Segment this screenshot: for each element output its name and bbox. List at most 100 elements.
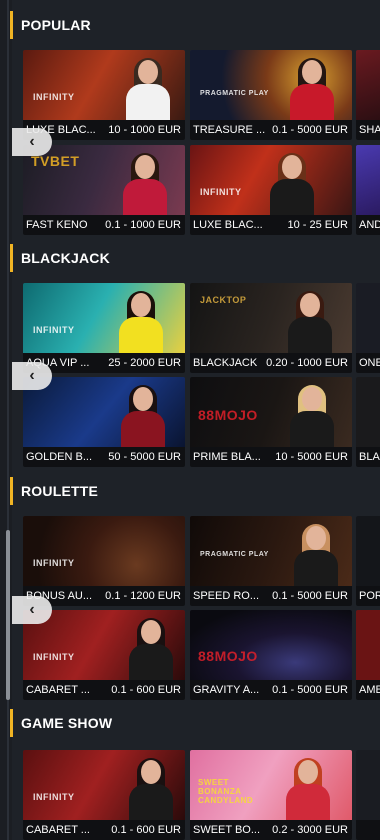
section-header-popular: POPULAR <box>10 10 91 40</box>
bet-limit: 10 - 25 EUR <box>287 219 348 231</box>
tile-caption <box>356 820 380 840</box>
bet-limit: 0.2 - 3000 EUR <box>272 824 348 836</box>
game-name: LUXE BLAC... <box>193 219 263 231</box>
game-name: SPEED RO... <box>193 590 260 602</box>
tile-caption: PRIME BLA... 10 - 5000 EUR <box>190 447 352 467</box>
provider-logo: JACKTOP <box>200 295 247 305</box>
dealer-image <box>113 385 173 451</box>
provider-logo: INFINITY <box>200 187 242 197</box>
game-tile[interactable]: INFINITY CABARET ... 0.1 - 600 EUR <box>23 610 185 700</box>
game-tile[interactable]: INFINITY AQUA VIP ... 25 - 2000 EUR <box>23 283 185 373</box>
dealer-image <box>282 58 342 124</box>
game-tile[interactable]: INFINITY LUXE BLAC... 10 - 25 EUR <box>190 145 352 235</box>
game-name: BLACKJACK <box>193 357 258 369</box>
tile-artwork <box>356 377 380 447</box>
tile-artwork <box>356 50 380 120</box>
tile-artwork: 88MOJO <box>190 377 352 451</box>
section-title: POPULAR <box>21 17 91 33</box>
game-name: GRAVITY A... <box>193 684 260 696</box>
game-tile[interactable]: TVBET FAST KENO 0.1 - 1000 EUR <box>23 145 185 235</box>
game-tile[interactable]: AME <box>356 610 380 700</box>
tile-caption: LUXE BLAC... 10 - 25 EUR <box>190 215 352 235</box>
tile-caption: ONE <box>356 353 380 373</box>
tile-artwork: SWEET BONANZA CANDYLAND <box>190 750 352 824</box>
provider-logo: INFINITY <box>33 792 75 802</box>
provider-logo: SWEET BONANZA CANDYLAND <box>198 778 254 805</box>
game-tile[interactable]: 88MOJO PRIME BLA... 10 - 5000 EUR <box>190 377 352 467</box>
provider-logo: INFINITY <box>33 652 75 662</box>
game-name: SWEET BO... <box>193 824 261 836</box>
game-tile[interactable]: INFINITY LUXE BLAC... 10 - 1000 EUR <box>23 50 185 140</box>
tile-artwork: INFINITY <box>23 50 185 124</box>
tile-artwork: INFINITY <box>190 145 352 219</box>
section-header-blackjack: BLACKJACK <box>10 243 110 273</box>
accent-bar <box>10 11 13 39</box>
game-tile[interactable]: INFINITY BONUS AU... 0.1 - 1200 EUR <box>23 516 185 606</box>
game-name: TREASURE ... <box>193 124 266 136</box>
game-tile[interactable] <box>356 750 380 840</box>
chevron-left-icon: ‹ <box>29 133 35 150</box>
chevron-left-icon: ‹ <box>29 601 35 618</box>
game-tile[interactable]: PRAGMATIC PLAY TREASURE ... 0.1 - 5000 E… <box>190 50 352 140</box>
dealer-image <box>278 758 338 824</box>
provider-logo: INFINITY <box>33 92 75 102</box>
section-title: GAME SHOW <box>21 715 113 731</box>
game-tile[interactable]: SWEET BONANZA CANDYLAND SWEET BO... 0.2 … <box>190 750 352 840</box>
accent-bar <box>10 477 13 505</box>
tile-artwork: INFINITY <box>23 516 185 586</box>
tile-caption: AND <box>356 215 380 235</box>
game-tile[interactable]: SHA <box>356 50 380 140</box>
tile-caption: FAST KENO 0.1 - 1000 EUR <box>23 215 185 235</box>
game-tile[interactable]: AND <box>356 145 380 235</box>
game-name: FAST KENO <box>26 219 88 231</box>
game-name: ONE <box>359 357 380 369</box>
section-header-roulette: ROULETTE <box>10 476 98 506</box>
bet-limit: 0.1 - 5000 EUR <box>272 590 348 602</box>
tile-artwork <box>23 377 185 451</box>
bet-limit: 0.1 - 5000 EUR <box>272 124 348 136</box>
dealer-image <box>286 524 346 590</box>
carousel-prev-button[interactable]: ‹ <box>12 128 52 156</box>
tile-caption: BLACKJACK 0.20 - 1000 EUR <box>190 353 352 373</box>
game-tile[interactable]: INFINITY CABARET ... 0.1 - 600 EUR <box>23 750 185 840</box>
game-tile[interactable]: 88MOJO GRAVITY A... 0.1 - 5000 EUR <box>190 610 352 700</box>
game-name: CABARET ... <box>26 684 90 696</box>
tile-artwork: PRAGMATIC PLAY <box>190 516 352 590</box>
tile-caption: AME <box>356 680 380 700</box>
provider-logo: PRAGMATIC PLAY <box>200 90 269 97</box>
tile-artwork: INFINITY <box>23 283 185 357</box>
dealer-image <box>282 385 342 451</box>
bet-limit: 10 - 5000 EUR <box>275 451 348 463</box>
tile-artwork <box>356 610 380 680</box>
scrollbar-track <box>7 0 9 840</box>
bet-limit: 0.1 - 1200 EUR <box>105 590 181 602</box>
tile-caption: CABARET ... 0.1 - 600 EUR <box>23 820 185 840</box>
dealer-image <box>115 153 175 219</box>
game-tile[interactable]: ONE <box>356 283 380 373</box>
provider-logo: INFINITY <box>33 558 75 568</box>
scrollbar-thumb[interactable] <box>6 530 10 700</box>
tile-caption: SPEED RO... 0.1 - 5000 EUR <box>190 586 352 606</box>
tile-caption: GOLDEN B... 50 - 5000 EUR <box>23 447 185 467</box>
game-tile[interactable]: POR <box>356 516 380 606</box>
game-name: CABARET ... <box>26 824 90 836</box>
tile-artwork: JACKTOP <box>190 283 352 357</box>
chevron-left-icon: ‹ <box>29 367 35 384</box>
game-name: AND <box>359 219 380 231</box>
bet-limit: 0.1 - 600 EUR <box>111 824 181 836</box>
section-title: ROULETTE <box>21 483 99 499</box>
game-tile[interactable]: BLA <box>356 377 380 467</box>
tile-caption: SHA <box>356 120 380 140</box>
game-name: BLA <box>359 451 380 463</box>
game-name: AME <box>359 684 380 696</box>
tile-artwork: 88MOJO <box>190 610 352 680</box>
game-tile[interactable]: PRAGMATIC PLAY SPEED RO... 0.1 - 5000 EU… <box>190 516 352 606</box>
bet-limit: 25 - 2000 EUR <box>108 357 181 369</box>
game-tile[interactable]: JACKTOP BLACKJACK 0.20 - 1000 EUR <box>190 283 352 373</box>
game-tile[interactable]: GOLDEN B... 50 - 5000 EUR <box>23 377 185 467</box>
dealer-image <box>111 291 171 357</box>
tile-caption: GRAVITY A... 0.1 - 5000 EUR <box>190 680 352 700</box>
carousel-prev-button[interactable]: ‹ <box>12 596 52 624</box>
carousel-prev-button[interactable]: ‹ <box>12 362 52 390</box>
provider-logo: PRAGMATIC PLAY <box>200 551 269 558</box>
